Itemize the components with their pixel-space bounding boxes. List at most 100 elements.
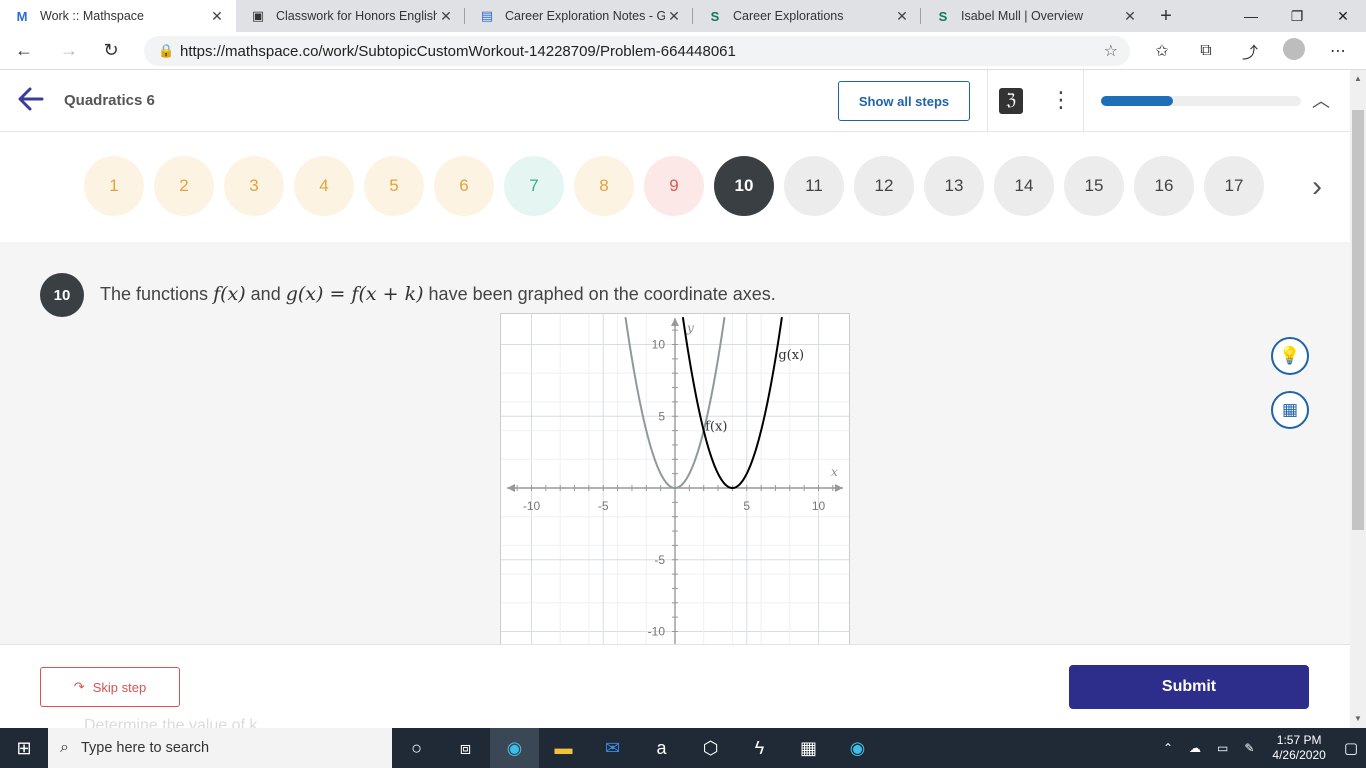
docs-icon: ▤ (480, 8, 494, 23)
settings-more-icon[interactable]: ⋯ (1316, 41, 1360, 61)
hint-lightbulb-icon[interactable]: 💡 (1271, 337, 1309, 375)
graph-svg: -10 -5 5 10 10 5 -5 -10 x y f(x) g(x) (501, 314, 849, 657)
pen-icon[interactable]: ✎ (1236, 741, 1262, 755)
profile-avatar[interactable] (1272, 37, 1316, 65)
close-icon[interactable]: ✕ (893, 8, 911, 25)
problem-9-button[interactable]: 9 (644, 156, 704, 216)
tab-mathspace[interactable]: M Work :: Mathspace ✕ (0, 0, 236, 32)
skip-step-button[interactable]: ↷ Skip step (40, 667, 180, 707)
favorites-icon[interactable]: ✩ (1140, 41, 1184, 61)
problem-navigator: › 1 2 3 4 5 6 7 8 9 10 11 12 13 14 15 16 17 (0, 132, 1350, 242)
back-icon[interactable]: ← (0, 32, 48, 70)
worked-example-book-icon[interactable]: ▦ (1271, 391, 1309, 429)
problem-4-button[interactable]: 4 (294, 156, 354, 216)
chevron-right-icon[interactable]: › (1312, 170, 1322, 204)
back-arrow-icon[interactable] (16, 84, 48, 116)
classroom-icon: ▣ (251, 8, 265, 23)
tab-overview[interactable]: S Isabel Mull | Overview ✕ (921, 0, 1149, 32)
y-axis-label: y (686, 321, 694, 335)
problem-17-button[interactable]: 17 (1204, 156, 1264, 216)
problem-7-button[interactable]: 7 (504, 156, 564, 216)
tab-docs[interactable]: ▤ Career Exploration Notes - Go ✕ (465, 0, 693, 32)
problem-12-button[interactable]: 12 (854, 156, 914, 216)
scroll-up-icon[interactable]: ▲ (1350, 74, 1366, 83)
favorite-star-icon[interactable]: ☆ (1104, 41, 1118, 61)
window-controls: — ❐ ✕ (1228, 0, 1366, 32)
problem-5-button[interactable]: 5 (364, 156, 424, 216)
scroll-thumb[interactable] (1352, 110, 1364, 530)
close-icon[interactable]: ✕ (665, 8, 683, 25)
y-tick-label: 10 (652, 338, 666, 352)
chevron-up-icon[interactable]: ︿ (1312, 87, 1330, 113)
forward-icon[interactable]: → (48, 32, 90, 70)
file-explorer-icon[interactable]: ▬ (539, 728, 588, 768)
collections-icon[interactable]: ⧉ (1184, 42, 1228, 60)
scroll-down-icon[interactable]: ▼ (1350, 714, 1366, 723)
url-input[interactable]: 🔒 https://mathspace.co/work/SubtopicCust… (144, 36, 1130, 66)
question-text: The functions f(x) and g(x) = f(x + k) h… (100, 283, 776, 305)
close-icon[interactable]: ✕ (437, 8, 455, 25)
show-all-steps-button[interactable]: Show all steps (838, 81, 970, 121)
task-view-icon[interactable]: ⧈ (441, 728, 490, 768)
close-icon[interactable]: ✕ (1121, 8, 1139, 25)
dropbox-icon[interactable]: ⬡ (686, 728, 735, 768)
chevron-up-icon[interactable]: ⌃ (1155, 741, 1181, 755)
app-header: Quadratics 6 Show all steps ℨ ⋮ ︿ (0, 70, 1350, 132)
math-g: g(x) = f(x + k) (285, 283, 424, 305)
problem-8-button[interactable]: 8 (574, 156, 634, 216)
x-tick-label: 5 (743, 499, 750, 513)
edge-icon[interactable]: ◉ (833, 728, 882, 768)
battery-icon[interactable]: ▭ (1209, 741, 1236, 755)
close-icon[interactable]: ✕ (208, 8, 226, 25)
cloud-icon[interactable]: ☁ (1181, 741, 1209, 755)
app-bolt-icon[interactable]: ϟ (735, 728, 784, 768)
cortana-icon[interactable]: ○ (392, 728, 441, 768)
lock-icon: 🔒 (158, 43, 175, 58)
windows-taskbar: ⊞ ⌕ Type here to search ○ ⧈ ◉ ▬ ✉ a ⬡ ϟ … (0, 728, 1366, 768)
store-icon[interactable]: ▦ (784, 728, 833, 768)
more-vertical-icon[interactable]: ⋮ (1050, 86, 1072, 116)
browser-tab-strip: M Work :: Mathspace ✕ ▣ Classwork for Ho… (0, 0, 1366, 32)
refresh-icon[interactable]: ↻ (90, 32, 132, 70)
coordinate-graph: -10 -5 5 10 10 5 -5 -10 x y f(x) g(x) (500, 313, 850, 658)
problem-16-button[interactable]: 16 (1134, 156, 1194, 216)
tab-career-explorations[interactable]: S Career Explorations ✕ (693, 0, 921, 32)
y-axis-arrow (671, 318, 679, 326)
search-icon: ⌕ (60, 739, 69, 756)
clock[interactable]: 1:57 PM 4/26/2020 (1262, 733, 1335, 763)
problem-6-button[interactable]: 6 (434, 156, 494, 216)
amazon-icon[interactable]: a (637, 728, 686, 768)
new-tab-button[interactable]: + (1149, 0, 1183, 32)
page-title: Quadratics 6 (64, 92, 155, 109)
problem-1-button[interactable]: 1 (84, 156, 144, 216)
x-axis-label: x (831, 465, 838, 479)
edge-icon[interactable]: ◉ (490, 728, 539, 768)
schoology-icon: S (938, 8, 948, 24)
x-axis-arrow (835, 484, 843, 492)
notifications-icon[interactable]: ▢ (1336, 739, 1366, 757)
maximize-icon[interactable]: ❐ (1274, 0, 1320, 32)
submit-button[interactable]: Submit (1069, 665, 1309, 709)
share-icon[interactable]: ⤴ (1228, 39, 1272, 63)
tab-classroom[interactable]: ▣ Classwork for Honors English S ✕ (236, 0, 465, 32)
problem-11-button[interactable]: 11 (784, 156, 844, 216)
problem-14-button[interactable]: 14 (994, 156, 1054, 216)
x-tick-label: -10 (523, 499, 541, 513)
problem-10-button[interactable]: 10 (714, 156, 774, 216)
mail-icon[interactable]: ✉ (588, 728, 637, 768)
taskbar-search[interactable]: ⌕ Type here to search (48, 728, 392, 768)
x-axis-arrow-left (507, 484, 515, 492)
problem-15-button[interactable]: 15 (1064, 156, 1124, 216)
page-scrollbar[interactable]: ▲ ▼ (1350, 70, 1366, 728)
problem-2-button[interactable]: 2 (154, 156, 214, 216)
skip-icon: ↷ (73, 679, 85, 694)
system-tray: ⌃ ☁ ▭ ✎ 1:57 PM 4/26/2020 ▢ (1155, 728, 1366, 768)
close-window-icon[interactable]: ✕ (1320, 0, 1366, 32)
calculator-icon[interactable]: ℨ (999, 88, 1023, 114)
question-number-badge: 10 (40, 273, 84, 317)
problem-3-button[interactable]: 3 (224, 156, 284, 216)
minimize-icon[interactable]: — (1228, 0, 1274, 32)
windows-start-icon[interactable]: ⊞ (0, 728, 48, 768)
footer-bar: ↷ Skip step Submit Determine the value o… (0, 644, 1350, 734)
problem-13-button[interactable]: 13 (924, 156, 984, 216)
